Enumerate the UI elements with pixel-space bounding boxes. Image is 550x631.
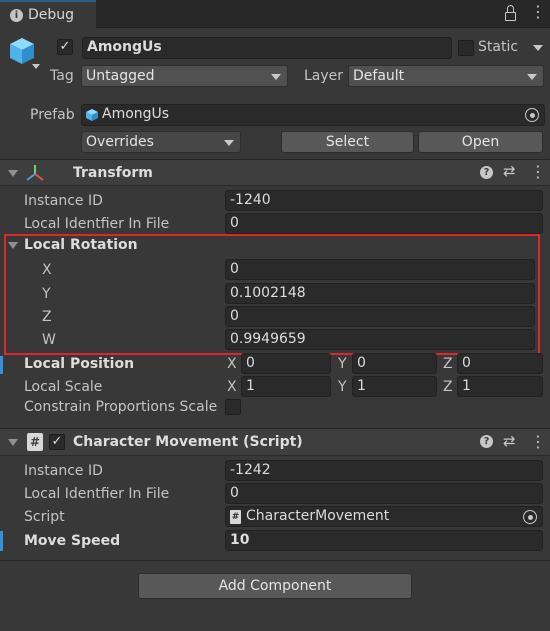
script-value: CharacterMovement bbox=[246, 508, 390, 524]
overrides-label: Overrides bbox=[86, 134, 154, 150]
character-movement-foldout-icon[interactable] bbox=[8, 439, 18, 446]
layer-label: Layer bbox=[304, 68, 344, 84]
local-scale-label: Local Scale bbox=[24, 379, 103, 395]
move-speed-modified-indicator bbox=[0, 531, 3, 551]
script-icon: # bbox=[27, 433, 43, 451]
modified-indicator bbox=[0, 356, 3, 374]
scale-z-field[interactable]: 1 bbox=[457, 376, 543, 397]
local-position-label: Local Position bbox=[24, 356, 135, 372]
cube-dropdown-icon[interactable] bbox=[32, 64, 40, 69]
position-x-field[interactable]: 0 bbox=[241, 353, 331, 374]
tag-label: Tag bbox=[50, 68, 74, 84]
object-picker-dot bbox=[529, 112, 535, 118]
lock-icon[interactable] bbox=[505, 12, 516, 21]
position-y-field[interactable]: 0 bbox=[352, 353, 437, 374]
position-x-label: X bbox=[227, 356, 237, 372]
divider bbox=[0, 560, 550, 561]
script-field[interactable]: # CharacterMovement bbox=[225, 506, 543, 527]
script-file-icon: # bbox=[230, 510, 241, 524]
chevron-down-icon bbox=[271, 74, 281, 80]
tab-title: Debug bbox=[28, 7, 75, 23]
prefab-value: AmongUs bbox=[102, 106, 170, 122]
more-menu-icon[interactable]: ⋮ bbox=[530, 4, 546, 20]
component-menu-icon[interactable]: ⋮ bbox=[530, 434, 546, 450]
constrain-proportions-checkbox[interactable] bbox=[225, 399, 241, 415]
script-local-identifier-field[interactable]: 0 bbox=[225, 483, 543, 504]
help-icon[interactable]: ? bbox=[480, 435, 493, 448]
character-movement-title: Character Movement (Script) bbox=[73, 434, 303, 450]
instance-id-label: Instance ID bbox=[24, 193, 103, 209]
scale-x-field[interactable]: 1 bbox=[241, 376, 331, 397]
chevron-down-icon bbox=[527, 74, 537, 80]
object-picker-dot bbox=[527, 514, 533, 520]
static-checkbox[interactable] bbox=[458, 40, 474, 56]
position-z-label: Z bbox=[443, 356, 453, 372]
active-checkbox[interactable]: ✓ bbox=[57, 39, 73, 55]
transform-foldout-icon[interactable] bbox=[8, 170, 18, 177]
presets-icon[interactable]: ⇄ bbox=[503, 164, 516, 179]
add-component-button[interactable]: Add Component bbox=[138, 573, 412, 599]
static-label: Static bbox=[478, 39, 519, 55]
script-label: Script bbox=[24, 509, 65, 525]
move-speed-label: Move Speed bbox=[24, 533, 121, 549]
lock-shackle-icon bbox=[507, 5, 514, 13]
script-instance-id-label: Instance ID bbox=[24, 463, 103, 479]
select-button[interactable]: Select bbox=[281, 131, 414, 153]
tab-debug[interactable]: i Debug bbox=[0, 0, 96, 29]
prefab-label: Prefab bbox=[30, 107, 75, 123]
highlight-box bbox=[4, 234, 540, 355]
static-dropdown-icon[interactable] bbox=[533, 45, 543, 51]
script-instance-id-field[interactable]: -1242 bbox=[225, 460, 543, 481]
scale-y-label: Y bbox=[338, 379, 347, 395]
constrain-proportions-label: Constrain Proportions Scale bbox=[24, 399, 218, 415]
instance-id-field[interactable]: -1240 bbox=[225, 190, 543, 211]
position-z-field[interactable]: 0 bbox=[457, 353, 543, 374]
scale-x-label: X bbox=[227, 379, 237, 395]
tag-dropdown[interactable]: Untagged bbox=[81, 65, 288, 87]
layer-value: Default bbox=[353, 68, 405, 84]
move-speed-field[interactable]: 10 bbox=[225, 530, 543, 551]
local-identifier-label: Local Identfier In File bbox=[24, 216, 170, 232]
script-enabled-checkbox[interactable]: ✓ bbox=[49, 434, 65, 450]
transform-title: Transform bbox=[73, 165, 153, 181]
open-button[interactable]: Open bbox=[418, 131, 543, 153]
chevron-down-icon bbox=[224, 140, 234, 146]
info-icon: i bbox=[10, 9, 23, 22]
position-y-label: Y bbox=[338, 356, 347, 372]
transform-icon bbox=[25, 164, 45, 186]
scale-z-label: Z bbox=[443, 379, 453, 395]
script-local-identifier-label: Local Identfier In File bbox=[24, 486, 170, 502]
tag-value: Untagged bbox=[86, 68, 155, 84]
prefab-cube-icon bbox=[85, 108, 99, 125]
help-icon[interactable]: ? bbox=[480, 166, 493, 179]
component-menu-icon[interactable]: ⋮ bbox=[530, 164, 546, 180]
layer-dropdown[interactable]: Default bbox=[348, 65, 544, 87]
scale-y-field[interactable]: 1 bbox=[352, 376, 437, 397]
local-identifier-field[interactable]: 0 bbox=[225, 213, 543, 234]
presets-icon[interactable]: ⇄ bbox=[503, 434, 516, 449]
gameobject-name-field[interactable]: AmongUs bbox=[82, 37, 452, 59]
overrides-dropdown[interactable]: Overrides bbox=[81, 131, 241, 153]
prefab-field[interactable]: AmongUs bbox=[81, 104, 545, 126]
